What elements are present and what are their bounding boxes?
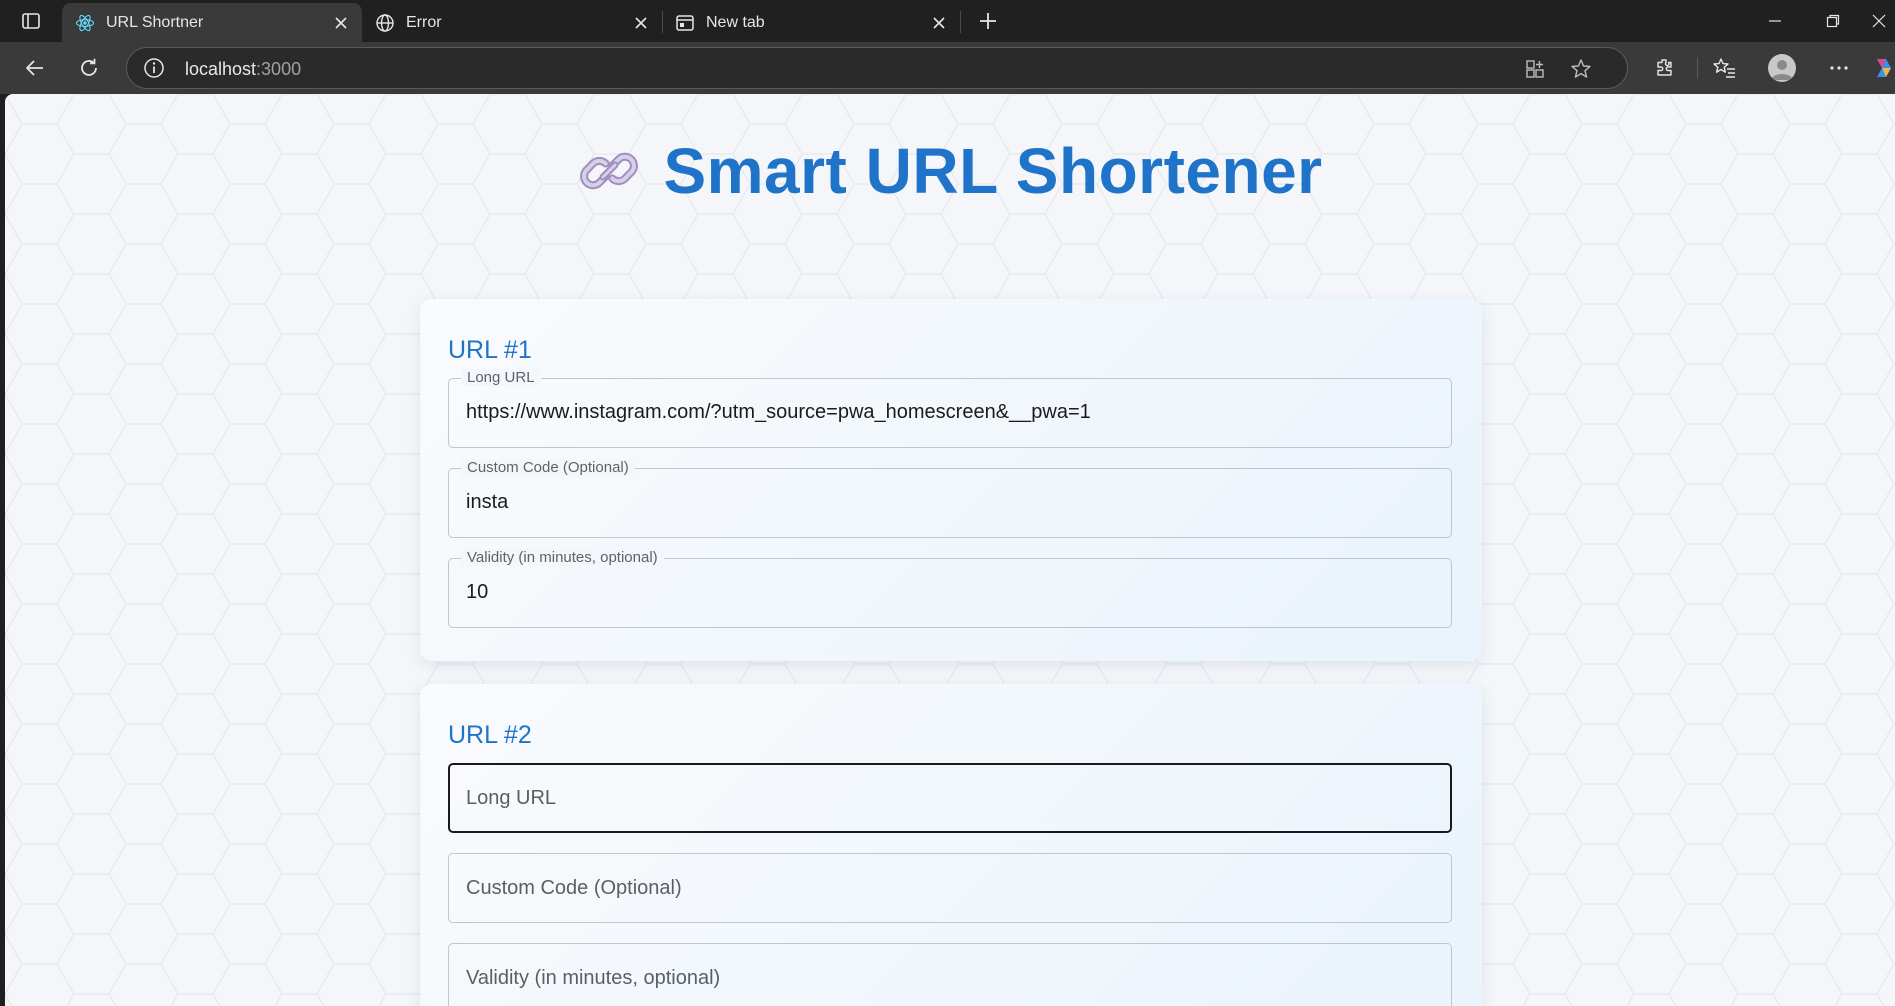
tab-actions-icon[interactable] xyxy=(14,8,48,34)
new-tab-button[interactable] xyxy=(972,7,1004,35)
custom-code-field[interactable]: Custom Code (Optional) insta xyxy=(448,459,1452,538)
page-title: Smart URL Shortener xyxy=(663,135,1323,207)
custom-code-field[interactable]: Custom Code (Optional) xyxy=(448,853,1452,923)
tab-title: Error xyxy=(406,13,442,31)
newtab-icon xyxy=(674,12,696,34)
react-icon xyxy=(74,12,96,34)
long-url-field[interactable]: Long URL xyxy=(448,763,1452,833)
page-viewport: Smart URL Shortener Paste long links, cu… xyxy=(5,94,1895,1006)
globe-icon xyxy=(374,12,396,34)
address-bar[interactable]: localhost:3000 xyxy=(126,47,1628,89)
validity-field[interactable]: Validity (in minutes, optional) xyxy=(448,943,1452,1006)
app-available-icon[interactable] xyxy=(1521,55,1549,83)
card-heading: URL #2 xyxy=(448,721,532,749)
field-value: https://www.instagram.com/?utm_source=pw… xyxy=(466,401,1091,423)
tab-title: URL Shortner xyxy=(106,13,204,31)
toolbar-divider xyxy=(1697,57,1698,79)
field-placeholder: Custom Code (Optional) xyxy=(466,877,682,899)
page-header: Smart URL Shortener xyxy=(5,134,1895,208)
favorite-star-icon[interactable] xyxy=(1567,55,1595,83)
refresh-button[interactable] xyxy=(72,51,106,85)
minimize-button[interactable] xyxy=(1746,0,1804,42)
tab-new-tab[interactable]: New tab xyxy=(662,3,960,42)
field-value: 10 xyxy=(466,581,489,603)
field-placeholder: Validity (in minutes, optional) xyxy=(466,967,721,989)
field-label: Validity (in minutes, optional) xyxy=(461,549,664,566)
tab-strip: URL Shortner Error New tab xyxy=(0,0,1895,42)
link-icon xyxy=(580,152,639,190)
address-port: :3000 xyxy=(256,59,302,79)
tab-title: New tab xyxy=(706,13,765,31)
close-icon[interactable] xyxy=(328,10,354,36)
tab-error[interactable]: Error xyxy=(362,3,662,42)
field-placeholder: Long URL xyxy=(466,787,557,809)
field-value: insta xyxy=(466,491,509,513)
close-icon[interactable] xyxy=(926,10,952,36)
copilot-icon[interactable] xyxy=(1873,51,1895,85)
address-host: localhost xyxy=(185,59,257,79)
validity-field[interactable]: Validity (in minutes, optional) 10 xyxy=(448,549,1452,628)
field-label: Long URL xyxy=(461,369,541,386)
browser-toolbar: localhost:3000 xyxy=(0,42,1895,94)
long-url-field[interactable]: Long URL https://www.instagram.com/?utm_… xyxy=(448,369,1452,448)
profile-avatar[interactable] xyxy=(1768,54,1796,82)
more-menu-icon[interactable] xyxy=(1822,51,1856,85)
address-text: localhost:3000 xyxy=(185,59,301,80)
tab-url-shortner[interactable]: URL Shortner xyxy=(62,3,362,42)
field-label: Custom Code (Optional) xyxy=(461,459,635,476)
favorites-icon[interactable] xyxy=(1708,51,1742,85)
close-icon[interactable] xyxy=(628,10,654,36)
info-icon[interactable] xyxy=(141,55,167,81)
back-button[interactable] xyxy=(18,51,52,85)
card-heading: URL #1 xyxy=(448,336,532,364)
url-card-1: URL #1 Long URL https://www.instagram.co… xyxy=(420,299,1482,661)
url-card-2: URL #2 Long URL Custom Code (Optional) V… xyxy=(420,684,1482,1006)
restore-button[interactable] xyxy=(1804,0,1862,42)
tab-divider xyxy=(960,11,961,33)
close-window-button[interactable] xyxy=(1862,0,1895,42)
extensions-icon[interactable] xyxy=(1648,51,1682,85)
